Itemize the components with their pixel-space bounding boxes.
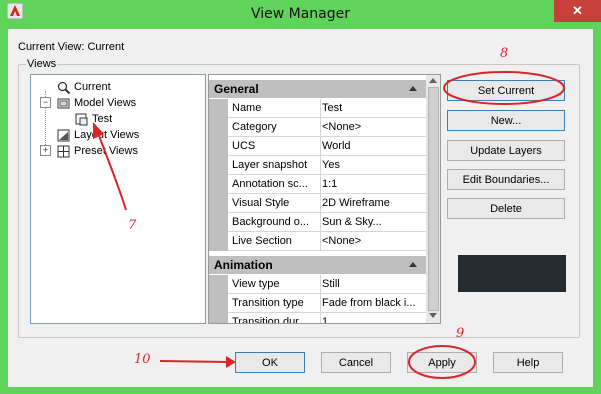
prop-name: Visual Style <box>230 194 321 212</box>
cancel-button[interactable]: Cancel <box>321 352 391 373</box>
annotation-10: 10 <box>134 352 151 367</box>
prop-name: Layer snapshot <box>230 156 321 174</box>
properties-scrollbar[interactable] <box>426 74 441 324</box>
update-layers-button[interactable]: Update Layers <box>447 140 565 161</box>
layout-views-icon <box>57 129 70 142</box>
scroll-down-arrow-icon[interactable] <box>429 313 437 318</box>
apply-button[interactable]: Apply <box>407 352 477 373</box>
prop-value[interactable]: 2D Wireframe <box>321 194 426 212</box>
annotation-7: 7 <box>128 218 137 233</box>
prop-row-visual-style[interactable]: Visual Style 2D Wireframe <box>209 194 427 213</box>
prop-name: Transition type <box>230 294 321 312</box>
prop-value[interactable]: 1:1 <box>321 175 426 193</box>
magnifier-icon <box>57 81 70 94</box>
preset-views-icon <box>57 145 70 158</box>
tree-item-model-views[interactable]: Model Views <box>57 96 136 110</box>
edit-boundaries-button[interactable]: Edit Boundaries... <box>447 169 565 190</box>
prop-value[interactable]: Still <box>321 275 426 293</box>
collapse-caret-icon[interactable] <box>409 262 417 267</box>
set-current-button[interactable]: Set Current <box>447 80 565 101</box>
prop-row-transition-type[interactable]: Transition type Fade from black i... <box>209 294 427 313</box>
prop-row-view-type[interactable]: View type Still <box>209 275 427 294</box>
ok-button[interactable]: OK <box>235 352 305 373</box>
tree-item-test[interactable]: Test <box>75 112 112 126</box>
prop-row-live-section[interactable]: Live Section <None> <box>209 232 427 251</box>
delete-button[interactable]: Delete <box>447 198 565 219</box>
scroll-thumb[interactable] <box>428 87 439 311</box>
prop-name: Annotation sc... <box>230 175 321 193</box>
collapse-toggle[interactable]: − <box>40 97 51 108</box>
title-bar[interactable]: View Manager ✕ <box>0 0 601 29</box>
prop-name: UCS <box>230 137 321 155</box>
view-icon <box>75 113 88 126</box>
prop-name: Category <box>230 118 321 136</box>
prop-value[interactable]: Test <box>321 99 426 117</box>
prop-name: View type <box>230 275 321 293</box>
tree-item-label: Current <box>74 81 111 93</box>
prop-value[interactable]: <None> <box>321 232 426 250</box>
prop-value[interactable]: Fade from black i... <box>321 294 426 312</box>
prop-name: Name <box>230 99 321 117</box>
prop-name: Transition dur... <box>230 313 321 323</box>
new-button[interactable]: New... <box>447 110 565 131</box>
tree-item-label: Test <box>92 113 113 125</box>
tree-item-layout-views[interactable]: Layout Views <box>57 128 139 142</box>
prop-row-category[interactable]: Category <None> <box>209 118 427 137</box>
general-section-header[interactable]: General <box>209 80 427 98</box>
annotation-8: 8 <box>500 46 509 61</box>
views-tree[interactable]: Current − Model Views Test Layout Views … <box>30 74 206 324</box>
animation-section-header[interactable]: Animation <box>209 256 427 274</box>
prop-name: Background o... <box>230 213 321 231</box>
tree-item-label: Preset Views <box>74 145 138 157</box>
close-button[interactable]: ✕ <box>554 0 601 22</box>
prop-value[interactable]: 1 <box>321 313 426 323</box>
tree-item-preset-views[interactable]: Preset Views <box>57 144 138 158</box>
current-view-label: Current View: Current <box>18 41 125 53</box>
view-preview <box>458 255 566 292</box>
prop-name: Live Section <box>230 232 321 250</box>
tree-item-label: Layout Views <box>74 129 140 141</box>
model-views-icon <box>57 98 70 109</box>
help-button[interactable]: Help <box>493 352 563 373</box>
annotation-9: 9 <box>456 326 465 341</box>
prop-value[interactable]: Yes <box>321 156 426 174</box>
prop-value[interactable]: World <box>321 137 426 155</box>
views-group-label: Views <box>26 58 58 70</box>
prop-value[interactable]: <None> <box>321 118 426 136</box>
scroll-up-arrow-icon[interactable] <box>429 78 437 83</box>
prop-row-layer-snapshot[interactable]: Layer snapshot Yes <box>209 156 427 175</box>
prop-row-background[interactable]: Background o... Sun & Sky... <box>209 213 427 232</box>
tree-item-current[interactable]: Current <box>57 80 111 94</box>
window-title: View Manager <box>250 6 351 22</box>
prop-value[interactable]: Sun & Sky... <box>321 213 426 231</box>
view-properties-grid[interactable]: General Name Test Category <None> UCS Wo… <box>208 74 428 324</box>
collapse-caret-icon[interactable] <box>409 86 417 91</box>
expand-toggle[interactable]: + <box>40 145 51 156</box>
prop-row-transition-duration[interactable]: Transition dur... 1 <box>209 313 427 323</box>
prop-row-name[interactable]: Name Test <box>209 99 427 118</box>
prop-row-annotation-scale[interactable]: Annotation sc... 1:1 <box>209 175 427 194</box>
tree-item-label: Model Views <box>74 97 137 109</box>
prop-row-ucs[interactable]: UCS World <box>209 137 427 156</box>
